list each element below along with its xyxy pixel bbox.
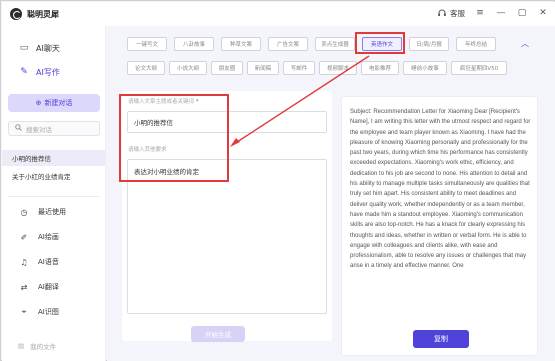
minimize-icon[interactable]: — <box>495 7 507 19</box>
my-files-label: 我的文件 <box>30 343 57 351</box>
result-panel: Subject: Recommendation Letter for Xiaom… <box>341 96 538 356</box>
category-chip[interactable]: 广告文案 <box>268 37 308 51</box>
category-chip[interactable]: 年终总结 <box>456 37 496 51</box>
tool-item-recent[interactable]: ◷ 最近使用 <box>2 203 106 221</box>
chat-icon: ▭ <box>19 43 29 53</box>
pen-icon: ✎ <box>20 67 28 77</box>
category-chip[interactable]: 疯狂星期四V50 <box>451 61 507 75</box>
conversation-item[interactable]: 小明的推荐信 <box>2 150 106 166</box>
category-chip[interactable]: 论文大纲 <box>127 61 165 75</box>
category-chip[interactable]: 电影推荐 <box>361 61 399 75</box>
main-area: 一键写文 八卦故事 种草文案 广告文案 卖点生成器 英语作文 日/周/月报 年终… <box>107 26 555 361</box>
category-chip[interactable]: 新闻稿 <box>247 61 279 75</box>
category-chip[interactable]: 卖点生成器 <box>315 37 355 51</box>
copy-button[interactable]: 复制 <box>413 330 469 348</box>
tool-item-label: AI翻译 <box>38 283 59 291</box>
subject-input[interactable]: 小明的推荐信 <box>127 111 327 133</box>
category-chip[interactable]: 小说大纲 <box>169 61 207 75</box>
new-chat-label: 新建对话 <box>44 99 73 107</box>
folder-icon: ▤ <box>18 342 25 350</box>
category-chip[interactable]: 写邮件 <box>283 61 315 75</box>
headset-icon <box>436 7 448 19</box>
paint-icon: ✐ <box>20 232 28 242</box>
category-chip[interactable]: 视频脚本 <box>319 61 357 75</box>
app-window: 聪明灵犀 客服 ≡ — ▢ ✕ ▭ AI聊天 ✎ AI写作 ⊕ 新建对话 搜索对… <box>0 0 555 361</box>
new-chat-button[interactable]: ⊕ 新建对话 <box>8 94 100 112</box>
tool-item-label: 最近使用 <box>38 208 66 216</box>
customer-service-label: 客服 <box>450 8 465 18</box>
app-logo-icon <box>10 8 22 20</box>
other-requirements-textarea[interactable]: 表达对小明业绩的肯定 <box>127 159 327 314</box>
result-text: Subject: Recommendation Letter for Xiaom… <box>350 109 531 270</box>
my-files-link[interactable]: ▤ 我的文件 <box>18 341 56 351</box>
close-icon[interactable]: ✕ <box>537 7 549 19</box>
generate-button[interactable]: 开始生成 <box>191 326 245 342</box>
tool-item-ai-voice[interactable]: ♫ AI语音 <box>2 253 106 271</box>
plus-circle-icon: ⊕ <box>35 99 42 107</box>
search-placeholder: 搜索对话 <box>26 125 52 134</box>
tool-item-ai-image-recognition[interactable]: ⌖ AI识图 <box>2 303 106 321</box>
other-requirements-value: 表达对小明业绩的肯定 <box>134 168 199 176</box>
tool-item-label: AI绘画 <box>38 233 59 241</box>
title-bar: 聪明灵犀 客服 ≡ — ▢ ✕ <box>2 2 555 26</box>
category-chip-selected[interactable]: 英语作文 <box>362 37 402 51</box>
conversation-item-label: 小明的推荐信 <box>12 155 51 163</box>
customer-service-button[interactable]: 客服 <box>436 7 465 19</box>
voice-icon: ♫ <box>20 257 28 267</box>
category-chip[interactable]: 八卦故事 <box>174 37 214 51</box>
maximize-icon[interactable]: ▢ <box>516 7 528 19</box>
image-recognition-icon: ⌖ <box>21 307 27 316</box>
nav-item-label: AI写作 <box>36 67 60 77</box>
tool-item-label: AI识图 <box>38 308 59 316</box>
conversation-item[interactable]: 关于小红的业绩肯定 <box>2 168 106 184</box>
category-chip[interactable]: 睡前小故事 <box>403 61 447 75</box>
category-chip[interactable]: 日/周/月报 <box>409 37 449 51</box>
search-icon <box>15 124 22 133</box>
input-form-panel: 请输入文章主题或者关键词 * 小明的推荐信 请输入其他要求 表达对小明业绩的肯定 <box>122 91 332 341</box>
conversation-item-label: 关于小红的业绩肯定 <box>12 173 71 181</box>
nav-item-label: AI聊天 <box>36 43 60 53</box>
other-requirements-label: 请输入其他要求 <box>128 147 167 153</box>
category-chip[interactable]: 一键写文 <box>127 37 167 51</box>
subject-input-value: 小明的推荐信 <box>134 119 173 127</box>
nav-item-ai-chat[interactable]: ▭ AI聊天 <box>2 38 106 58</box>
clock-icon: ◷ <box>20 207 28 217</box>
conversation-search-input[interactable]: 搜索对话 <box>8 121 100 136</box>
tool-item-ai-translate[interactable]: ⇄ AI翻译 <box>2 278 106 296</box>
sidebar: ▭ AI聊天 ✎ AI写作 ⊕ 新建对话 搜索对话 小明的推荐信 关于小红的业绩… <box>2 26 106 361</box>
collapse-chevron-up-icon[interactable]: ︿ <box>521 38 529 49</box>
category-chip[interactable]: 种草文案 <box>221 37 261 51</box>
subject-label: 请输入文章主题或者关键词 * <box>128 99 199 105</box>
tool-item-ai-painting[interactable]: ✐ AI绘画 <box>2 228 106 246</box>
nav-item-ai-writing[interactable]: ✎ AI写作 <box>2 62 106 82</box>
app-title: 聪明灵犀 <box>27 10 59 19</box>
menu-icon[interactable]: ≡ <box>474 7 486 19</box>
sidebar-divider <box>8 196 100 197</box>
category-chip[interactable]: 朋友圈 <box>211 61 243 75</box>
translate-icon: ⇄ <box>20 282 28 292</box>
tool-item-label: AI语音 <box>38 258 59 266</box>
